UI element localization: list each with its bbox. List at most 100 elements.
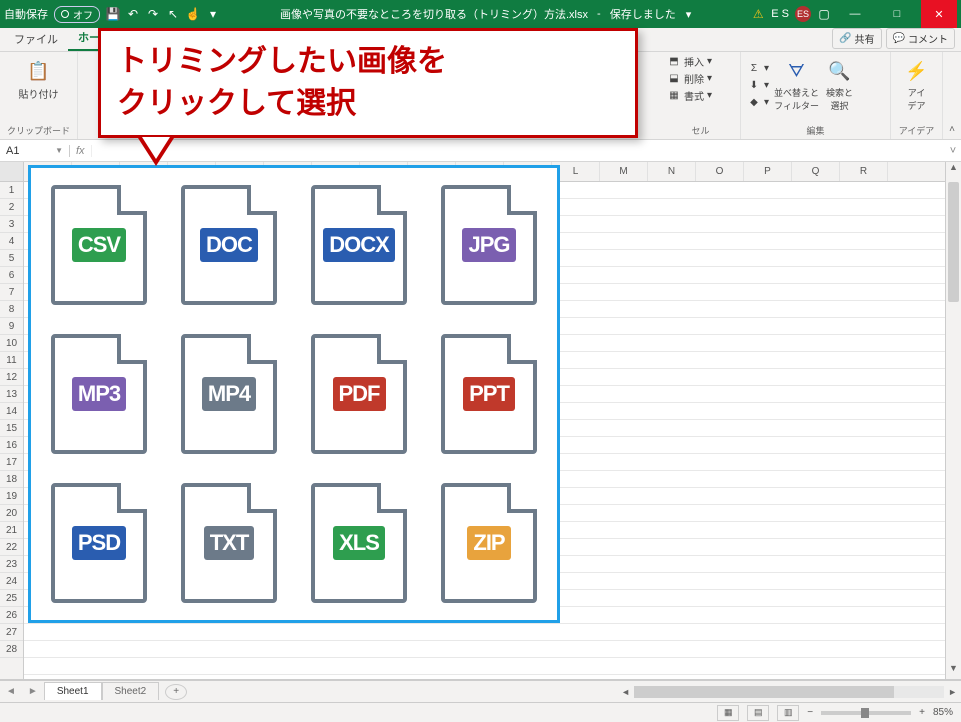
page-layout-view-button[interactable]: ▤ <box>747 705 769 721</box>
normal-view-button[interactable]: ▦ <box>717 705 739 721</box>
sheet-nav-prev-icon[interactable]: ◄ <box>0 686 22 697</box>
fill-button[interactable]: ⬇▾ <box>747 78 769 92</box>
fx-label[interactable]: fx <box>70 145 92 157</box>
save-icon[interactable]: 💾 <box>106 7 120 21</box>
file-type-label: CSV <box>72 228 126 262</box>
row-header[interactable]: 3 <box>0 216 23 233</box>
close-button[interactable]: ✕ <box>921 0 957 28</box>
row-header[interactable]: 26 <box>0 607 23 624</box>
expand-formula-bar-icon[interactable]: ˅ <box>945 145 961 157</box>
format-cells-button[interactable]: ▦書式▾ <box>667 88 734 103</box>
row-header[interactable]: 20 <box>0 505 23 522</box>
undo-icon[interactable]: ↶ <box>126 7 140 21</box>
row-header[interactable]: 21 <box>0 522 23 539</box>
row-header[interactable]: 11 <box>0 352 23 369</box>
file-type-label: XLS <box>333 526 385 560</box>
row-header[interactable]: 5 <box>0 250 23 267</box>
row-header[interactable]: 17 <box>0 454 23 471</box>
vertical-scrollbar[interactable]: ▲ ▼ <box>945 162 961 679</box>
row-header[interactable]: 19 <box>0 488 23 505</box>
file-type-label: DOC <box>200 228 258 262</box>
cells-group-label: セル <box>667 124 734 137</box>
row-header[interactable]: 24 <box>0 573 23 590</box>
file-type-label: ZIP <box>467 526 510 560</box>
row-header[interactable]: 10 <box>0 335 23 352</box>
collapse-ribbon-icon[interactable]: ˄ <box>949 124 955 135</box>
zoom-slider[interactable] <box>821 711 911 715</box>
redo-icon[interactable]: ↷ <box>146 7 160 21</box>
row-header[interactable]: 25 <box>0 590 23 607</box>
zoom-out-button[interactable]: − <box>807 707 813 718</box>
ideas-button[interactable]: ⚡アイ デア <box>897 54 936 116</box>
row-header[interactable]: 9 <box>0 318 23 335</box>
delete-cells-button[interactable]: ⬓削除▾ <box>667 71 734 86</box>
minimize-button[interactable]: — <box>837 0 873 28</box>
search-icon: 🔍 <box>827 58 853 84</box>
row-header[interactable]: 2 <box>0 199 23 216</box>
sort-filter-button[interactable]: ᗊ並べ替えと フィルター <box>772 54 821 116</box>
insert-cells-button[interactable]: ⬒挿入▾ <box>667 54 734 69</box>
touch-icon[interactable]: ☝ <box>186 7 200 21</box>
row-header[interactable]: 1 <box>0 182 23 199</box>
cursor-icon[interactable]: ↖ <box>166 7 180 21</box>
sheet-nav-next-icon[interactable]: ► <box>22 686 44 697</box>
vscroll-thumb[interactable] <box>948 182 959 302</box>
row-header[interactable]: 13 <box>0 386 23 403</box>
share-button[interactable]: 🔗共有 <box>832 28 881 49</box>
select-all-corner[interactable] <box>0 162 23 182</box>
column-header[interactable]: M <box>600 162 648 181</box>
row-header[interactable]: 22 <box>0 539 23 556</box>
clipboard-icon: 📋 <box>26 58 52 84</box>
add-sheet-button[interactable]: + <box>165 684 187 700</box>
scroll-down-icon[interactable]: ▼ <box>946 663 961 679</box>
find-select-button[interactable]: 🔍検索と 選択 <box>824 54 855 116</box>
insert-icon: ⬒ <box>667 55 681 69</box>
clear-button[interactable]: ◆▾ <box>747 95 769 109</box>
eraser-icon: ◆ <box>747 95 761 109</box>
file-type-icon: PSD <box>43 477 155 608</box>
row-header[interactable]: 14 <box>0 403 23 420</box>
row-header[interactable]: 28 <box>0 641 23 658</box>
autosum-button[interactable]: Σ▾ <box>747 61 769 75</box>
name-box[interactable]: A1▼ <box>0 145 70 157</box>
save-status: 保存しました <box>610 6 676 22</box>
row-header[interactable]: 23 <box>0 556 23 573</box>
file-type-label: MP4 <box>202 377 256 411</box>
page-break-view-button[interactable]: ▥ <box>777 705 799 721</box>
row-header[interactable]: 8 <box>0 301 23 318</box>
row-header[interactable]: 16 <box>0 437 23 454</box>
column-header[interactable]: P <box>744 162 792 181</box>
column-header[interactable]: O <box>696 162 744 181</box>
tab-file[interactable]: ファイル <box>4 27 68 51</box>
zoom-level[interactable]: 85% <box>933 707 953 718</box>
sheet-tab-1[interactable]: Sheet1 <box>44 682 102 700</box>
selected-image[interactable]: CSVDOCDOCXJPGMP3MP4PDFPPTPSDTXTXLSZIP <box>28 165 560 623</box>
zoom-in-button[interactable]: + <box>919 707 925 718</box>
scroll-up-icon[interactable]: ▲ <box>946 162 961 178</box>
share-icon: 🔗 <box>839 33 851 44</box>
row-headers: 1234567891011121314151617181920212223242… <box>0 162 24 679</box>
paste-button[interactable]: 📋 貼り付け <box>6 54 71 105</box>
row-header[interactable]: 7 <box>0 284 23 301</box>
qat-more-icon[interactable]: ▾ <box>206 7 220 21</box>
ribbon-display-icon[interactable]: ▢ <box>817 7 831 21</box>
file-type-icon: TXT <box>173 477 285 608</box>
comments-button[interactable]: 💬コメント <box>886 28 955 49</box>
column-header[interactable]: Q <box>792 162 840 181</box>
file-type-label: MP3 <box>72 377 126 411</box>
row-header[interactable]: 4 <box>0 233 23 250</box>
hscroll-thumb[interactable] <box>634 686 894 698</box>
row-header[interactable]: 15 <box>0 420 23 437</box>
sheet-tab-2[interactable]: Sheet2 <box>102 682 160 700</box>
warning-icon[interactable]: ⚠ <box>751 7 765 21</box>
row-header[interactable]: 18 <box>0 471 23 488</box>
horizontal-scrollbar[interactable]: ◄ ► <box>187 686 961 698</box>
row-header[interactable]: 27 <box>0 624 23 641</box>
row-header[interactable]: 12 <box>0 369 23 386</box>
column-header[interactable]: N <box>648 162 696 181</box>
maximize-button[interactable]: □ <box>879 0 915 28</box>
user-avatar[interactable]: ES <box>795 6 811 22</box>
row-header[interactable]: 6 <box>0 267 23 284</box>
column-header[interactable]: R <box>840 162 888 181</box>
autosave-toggle[interactable]: オフ <box>54 6 100 23</box>
